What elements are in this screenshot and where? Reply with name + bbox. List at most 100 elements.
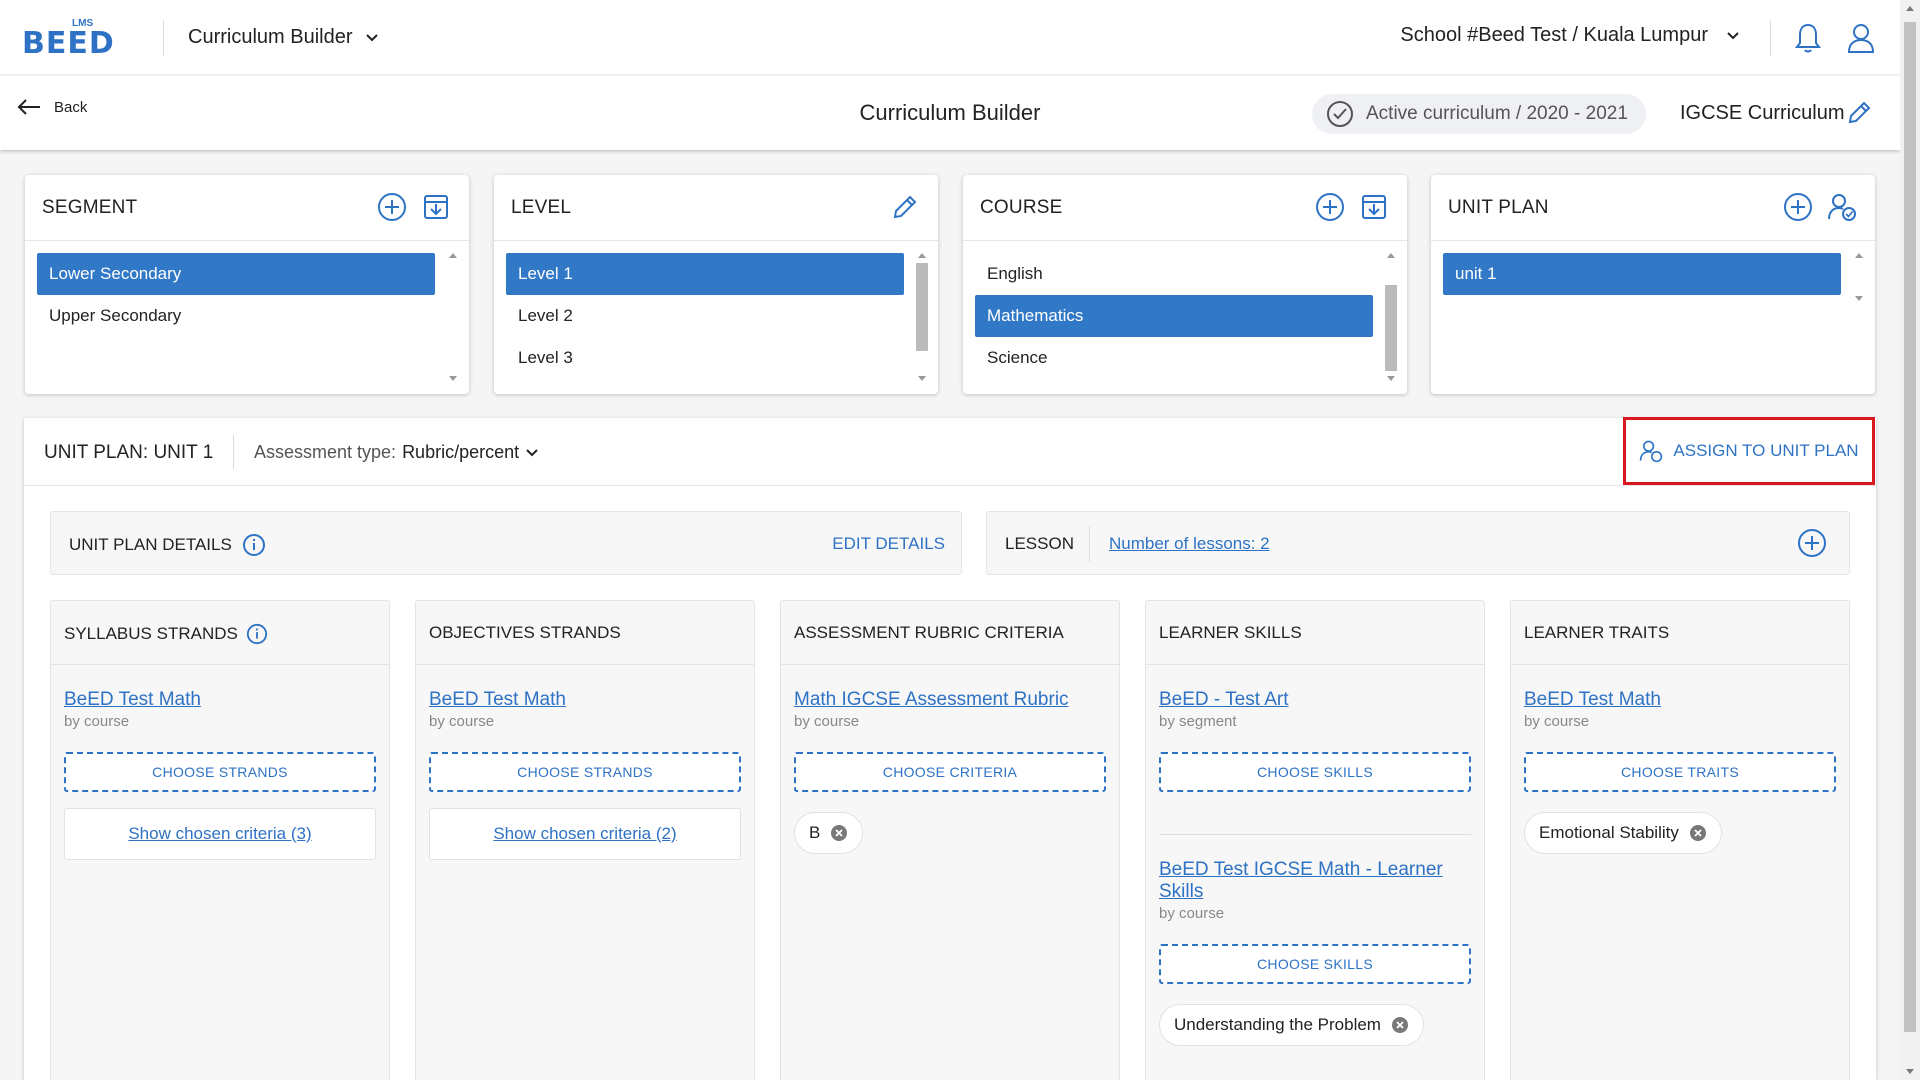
column-header: SYLLABUS STRANDS — [51, 601, 389, 665]
edit-details-button[interactable]: EDIT DETAILS — [832, 534, 945, 554]
level-panel-header: LEVEL — [494, 175, 938, 241]
app-switcher-label: Curriculum Builder — [188, 26, 353, 48]
segment-item[interactable]: Upper Secondary — [37, 295, 435, 337]
course-panel-header: COURSE — [963, 175, 1407, 241]
remove-icon[interactable] — [1391, 1016, 1409, 1034]
back-button[interactable]: Back — [16, 98, 87, 116]
import-icon[interactable] — [421, 192, 451, 222]
column-header: LEARNER TRAITS — [1511, 601, 1849, 665]
source-link[interactable]: BeED Test Math — [1524, 689, 1836, 711]
source-link[interactable]: BeED - Test Art — [1159, 689, 1471, 711]
bell-icon[interactable] — [1794, 22, 1822, 54]
user-icon[interactable] — [1846, 22, 1876, 54]
unit-plan-title: UNIT PLAN — [1448, 197, 1549, 218]
course-panel: COURSE English Mathematics Science — [963, 175, 1407, 394]
pencil-icon[interactable] — [1846, 100, 1872, 126]
segment-panel-header: SEGMENT — [25, 175, 469, 241]
choose-strands-button[interactable]: CHOOSE STRANDS — [429, 752, 741, 792]
assessment-type-dropdown[interactable]: Assessment type: Rubric/percent — [254, 442, 539, 463]
pencil-icon[interactable] — [890, 192, 920, 222]
unit-plan-area: UNIT PLAN: UNIT 1 Assessment type: Rubri… — [24, 417, 1876, 1080]
level-item[interactable]: Level 1 — [506, 253, 904, 295]
add-circle-icon[interactable] — [1315, 192, 1345, 222]
criteria-chip: B — [794, 812, 864, 854]
app-switcher[interactable]: Curriculum Builder — [188, 26, 379, 49]
level-scrollbar[interactable] — [914, 245, 930, 385]
course-scrollbar[interactable] — [1383, 245, 1399, 385]
unit-plan-list: unit 1 — [1443, 253, 1841, 295]
remove-icon[interactable] — [830, 824, 848, 842]
check-circle-icon — [1327, 101, 1353, 127]
objectives-strands-column: OBJECTIVES STRANDS BeED Test Math by cou… — [415, 600, 755, 1080]
segment-item[interactable]: Lower Secondary — [37, 253, 435, 295]
segment-title: SEGMENT — [42, 197, 138, 218]
curriculum-name: IGCSE Curriculum — [1680, 102, 1845, 124]
source-scope: by course — [794, 713, 860, 730]
source-link[interactable]: BeED Test IGCSE Math - Learner Skills — [1159, 859, 1471, 903]
show-chosen-criteria-button[interactable]: Show chosen criteria (3) — [64, 808, 376, 860]
arrow-left-icon — [17, 99, 40, 115]
learner-traits-title: LEARNER TRAITS — [1524, 623, 1670, 642]
unit-plan-scrollbar[interactable] — [1851, 245, 1867, 305]
syllabus-strands-column: SYLLABUS STRANDS BeED Test Math by cours… — [50, 600, 390, 1080]
back-label: Back — [54, 98, 88, 116]
school-switcher-label: School #Beed Test / Kuala Lumpur — [1400, 24, 1708, 46]
chip-label: B — [809, 823, 821, 842]
column-title: OBJECTIVES STRANDS — [429, 623, 621, 643]
number-of-lessons-link[interactable]: Number of lessons: 2 — [1109, 534, 1270, 554]
choose-skills-button[interactable]: CHOOSE SKILLS — [1159, 752, 1471, 792]
assessment-type-label: Assessment type: — [254, 442, 397, 462]
assessment-type-value: Rubric/percent — [402, 442, 520, 462]
logo-word: BEED — [22, 26, 115, 61]
segment-scrollbar[interactable] — [445, 245, 461, 385]
unit-plan-panel: UNIT PLAN unit 1 — [1431, 175, 1875, 394]
divider — [163, 20, 164, 56]
choose-strands-button[interactable]: CHOOSE STRANDS — [64, 752, 376, 792]
school-switcher[interactable]: School #Beed Test / Kuala Lumpur — [1400, 24, 1740, 47]
trait-chip: Emotional Stability — [1524, 812, 1722, 854]
add-circle-icon[interactable] — [377, 192, 407, 222]
add-circle-icon[interactable] — [1783, 192, 1813, 222]
column-header: OBJECTIVES STRANDS — [416, 601, 754, 665]
unit-plan-heading: UNIT PLAN: UNIT 1 — [44, 442, 214, 463]
choose-traits-button[interactable]: CHOOSE TRAITS — [1524, 752, 1836, 792]
lesson-bar: LESSON Number of lessons: 2 — [986, 511, 1850, 575]
course-item[interactable]: Science — [975, 337, 1373, 379]
assign-user-icon[interactable] — [1827, 192, 1857, 222]
choose-skills-button[interactable]: CHOOSE SKILLS — [1159, 944, 1471, 984]
level-item[interactable]: Level 2 — [506, 295, 904, 337]
source-link[interactable]: Math IGCSE Assessment Rubric — [794, 689, 1106, 711]
add-circle-icon[interactable] — [1797, 528, 1827, 558]
import-icon[interactable] — [1359, 192, 1389, 222]
source-link[interactable]: BeED Test Math — [429, 689, 741, 711]
show-chosen-criteria-button[interactable]: Show chosen criteria (2) — [429, 808, 741, 860]
level-title: LEVEL — [511, 197, 572, 218]
learner-traits-column: LEARNER TRAITS BeED Test Math by course … — [1510, 600, 1850, 1080]
unit-plan-header: UNIT PLAN: UNIT 1 Assessment type: Rubri… — [24, 417, 1876, 486]
column-title: LEARNER TRAITS — [1524, 623, 1669, 643]
info-icon[interactable] — [246, 623, 268, 645]
source-scope: by segment — [1159, 713, 1237, 730]
chevron-down-icon — [1727, 31, 1739, 39]
segment-panel: SEGMENT Lower Secondary Upper Secondary — [25, 175, 469, 394]
divider — [233, 435, 234, 469]
beed-logo[interactable]: LMS BEED — [22, 16, 118, 61]
unit-plan-item[interactable]: unit 1 — [1443, 253, 1841, 295]
course-item[interactable]: English — [975, 253, 1373, 295]
course-item[interactable]: Mathematics — [975, 295, 1373, 337]
divider — [1159, 834, 1471, 835]
page-scrollbar[interactable] — [1900, 0, 1920, 1080]
remove-icon[interactable] — [1689, 824, 1707, 842]
choose-criteria-button[interactable]: CHOOSE CRITERIA — [794, 752, 1106, 792]
lesson-label: LESSON — [1005, 534, 1074, 553]
level-list: Level 1 Level 2 Level 3 — [506, 253, 904, 379]
top-bar: LMS BEED Curriculum Builder School #Beed… — [0, 0, 1900, 75]
level-item[interactable]: Level 3 — [506, 337, 904, 379]
column-title: ASSESSMENT RUBRIC CRITERIA — [794, 623, 1064, 643]
info-icon[interactable] — [242, 533, 266, 557]
course-title: COURSE — [980, 197, 1063, 218]
assign-to-unit-plan-button[interactable]: ASSIGN TO UNIT PLAN — [1623, 417, 1875, 485]
source-link[interactable]: BeED Test Math — [64, 689, 376, 711]
source-scope: by course — [429, 713, 495, 730]
sub-header: Back Curriculum Builder Active curriculu… — [0, 76, 1900, 150]
